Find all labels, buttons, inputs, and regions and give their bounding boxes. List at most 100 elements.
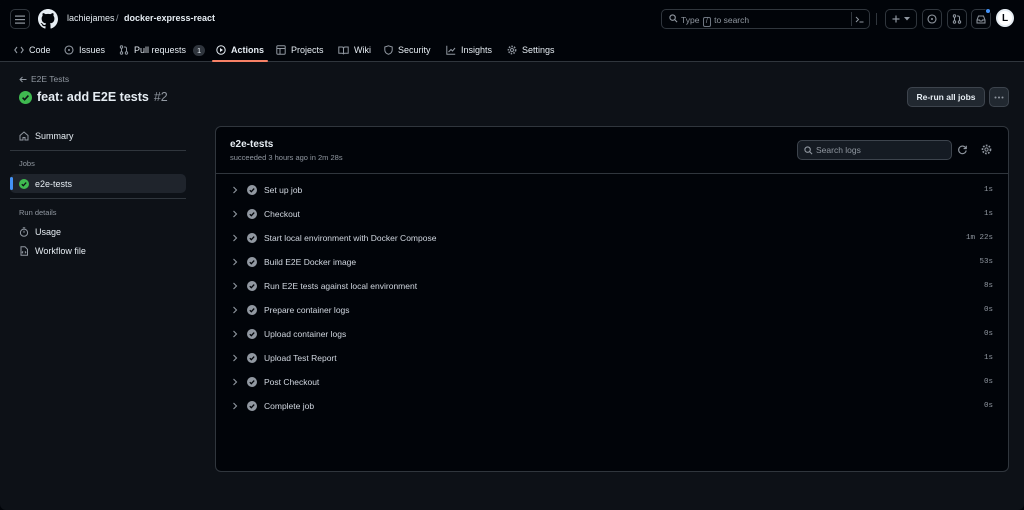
repo-tabs: Code Issues Pull requests 1 Actions Proj…: [0, 38, 1024, 62]
job-step-row[interactable]: Checkout 1s: [216, 202, 1008, 226]
play-icon: [216, 45, 226, 55]
git-pull-request-icon: [952, 14, 962, 24]
tab-projects[interactable]: Projects: [276, 38, 324, 62]
chevron-right-icon[interactable]: [232, 186, 238, 194]
hamburger-menu-button[interactable]: [10, 9, 30, 29]
job-step-duration: 53s: [979, 258, 993, 266]
repo-owner-link[interactable]: lachiejames: [67, 13, 115, 23]
job-step-row[interactable]: Post Checkout 0s: [216, 370, 1008, 394]
command-palette-button[interactable]: [851, 12, 867, 26]
shield-icon: [384, 45, 393, 55]
chevron-right-icon[interactable]: [232, 378, 238, 386]
stopwatch-icon: [19, 226, 29, 237]
search-icon: [669, 14, 678, 23]
home-icon: [19, 130, 29, 140]
chevron-right-icon[interactable]: [232, 282, 238, 290]
job-step-duration: 8s: [983, 282, 993, 290]
chevron-right-icon[interactable]: [232, 306, 238, 314]
job-step-row[interactable]: Build E2E Docker image 53s: [216, 250, 1008, 274]
job-status-text: succeeded 3 hours ago in 2m 28s: [230, 153, 343, 162]
check-circle-fill-icon: [247, 233, 257, 243]
tab-issues-label: Issues: [79, 45, 106, 55]
tab-projects-label: Projects: [291, 45, 324, 55]
github-logo-icon[interactable]: [38, 9, 58, 29]
job-step-row[interactable]: Start local environment with Docker Comp…: [216, 226, 1008, 250]
sidebar-item-job[interactable]: e2e-tests: [10, 174, 186, 193]
gear-icon[interactable]: [981, 144, 992, 155]
job-log-panel: e2e-tests succeeded 3 hours ago in 2m 28…: [215, 126, 1009, 472]
tab-wiki[interactable]: Wiki: [338, 38, 371, 62]
search-hint-prefix: Type: [681, 15, 700, 25]
your-issues-button[interactable]: [922, 9, 942, 29]
sidebar-summary-label: Summary: [35, 130, 74, 141]
issue-opened-icon: [927, 14, 937, 24]
tab-pull-requests-label: Pull requests: [134, 45, 187, 55]
run-number: #2: [153, 90, 168, 104]
job-step-row[interactable]: Upload container logs 0s: [216, 322, 1008, 346]
sidebar-item-summary[interactable]: Summary: [10, 126, 186, 145]
refresh-icon[interactable]: [957, 144, 968, 155]
sidebar-item-workflow-file[interactable]: Workflow file: [10, 241, 186, 260]
tab-code[interactable]: Code: [14, 38, 51, 62]
chevron-right-icon[interactable]: [232, 234, 238, 242]
rerun-all-jobs-button[interactable]: Re-run all jobs: [907, 87, 985, 107]
more-options-button[interactable]: [989, 87, 1009, 107]
back-to-workflow-link[interactable]: E2E Tests: [19, 74, 69, 84]
chevron-right-icon[interactable]: [232, 210, 238, 218]
your-pull-requests-button[interactable]: [947, 9, 967, 29]
check-circle-fill-icon: [247, 401, 257, 411]
terminal-icon: [855, 16, 864, 22]
breadcrumb-separator: /: [116, 13, 119, 23]
user-avatar[interactable]: L: [996, 9, 1014, 27]
job-step-row[interactable]: Upload Test Report 1s: [216, 346, 1008, 370]
sidebar-divider: [10, 150, 186, 151]
check-circle-fill-icon: [247, 305, 257, 315]
job-step-name: Complete job: [264, 401, 315, 411]
chevron-right-icon[interactable]: [232, 354, 238, 362]
job-step-row[interactable]: Complete job 0s: [216, 394, 1008, 418]
issue-icon: [64, 45, 74, 55]
inbox-icon: [976, 15, 986, 23]
tab-security[interactable]: Security: [384, 38, 431, 62]
search-logs-input[interactable]: [816, 143, 946, 157]
tab-code-label: Code: [29, 45, 51, 55]
job-step-duration: 1m 22s: [965, 234, 993, 242]
tab-insights[interactable]: Insights: [446, 38, 492, 62]
job-step-duration: 1s: [983, 210, 993, 218]
chevron-right-icon[interactable]: [232, 258, 238, 266]
hamburger-icon: [15, 15, 25, 24]
pull-request-icon: [119, 45, 129, 55]
tab-settings-label: Settings: [522, 45, 555, 55]
check-circle-fill-icon: [247, 353, 257, 363]
job-step-duration: 0s: [983, 378, 993, 386]
create-new-button[interactable]: [885, 9, 917, 29]
check-circle-fill-icon: [247, 209, 257, 219]
tab-settings[interactable]: Settings: [507, 38, 555, 62]
job-step-row[interactable]: Run E2E tests against local environment 8…: [216, 274, 1008, 298]
global-search-input[interactable]: Type / to search: [661, 9, 870, 29]
sidebar-item-usage[interactable]: Usage: [10, 222, 186, 241]
table-icon: [276, 45, 286, 55]
sidebar-job-label: e2e-tests: [35, 178, 73, 189]
file-icon: [20, 245, 28, 256]
unread-notification-dot: [985, 8, 991, 14]
search-logs-field[interactable]: [797, 140, 952, 160]
run-title-text: feat: add E2E tests: [37, 90, 149, 104]
job-step-row[interactable]: Prepare container logs 0s: [216, 298, 1008, 322]
job-step-row[interactable]: Set up job 1s: [216, 178, 1008, 202]
tab-pull-requests[interactable]: Pull requests 1: [119, 38, 206, 62]
sidebar-jobs-heading: Jobs: [19, 159, 35, 168]
header-top-row: lachiejames / docker-express-react Type …: [0, 0, 1024, 38]
chevron-right-icon[interactable]: [232, 330, 238, 338]
chevron-right-icon[interactable]: [232, 402, 238, 410]
job-step-duration: 0s: [983, 330, 993, 338]
tab-security-label: Security: [398, 45, 431, 55]
job-step-name: Prepare container logs: [264, 305, 350, 315]
pull-requests-counter: 1: [193, 44, 206, 56]
repo-name-link[interactable]: docker-express-react: [124, 13, 215, 23]
tab-issues[interactable]: Issues: [64, 38, 105, 62]
search-hotkey: /: [702, 17, 711, 27]
check-circle-fill-icon: [247, 377, 257, 387]
job-title: e2e-tests: [230, 139, 274, 150]
tab-actions[interactable]: Actions: [211, 38, 269, 62]
